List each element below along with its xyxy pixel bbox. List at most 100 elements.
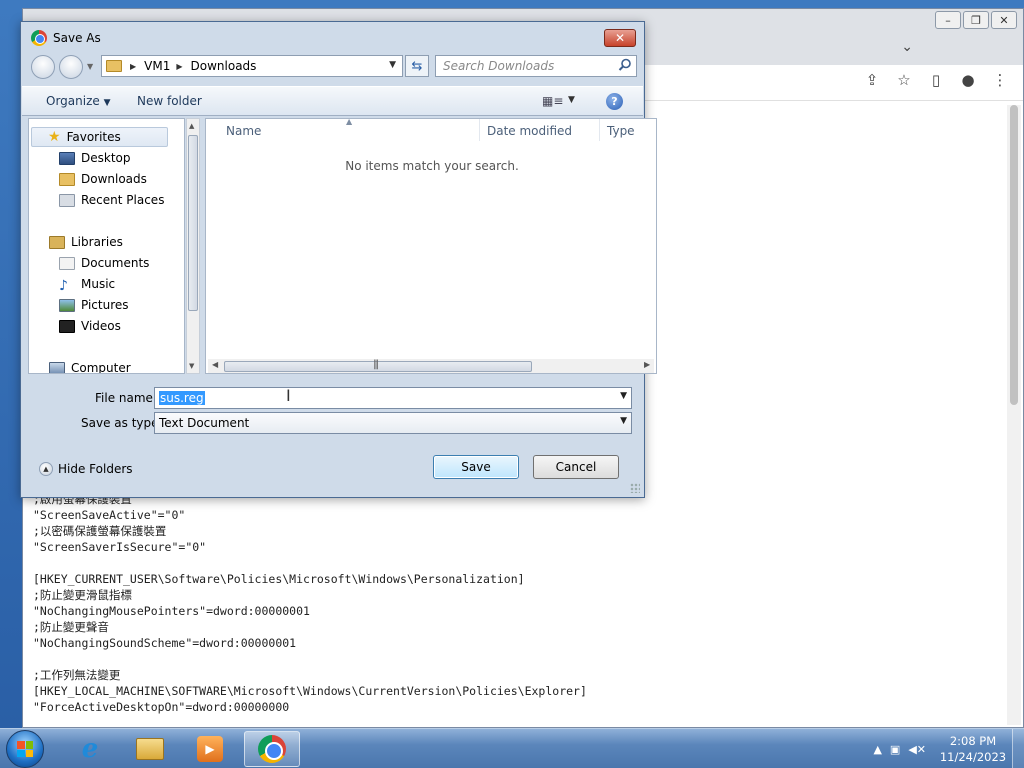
registry-file-text: ;啟用螢幕保護裝置 "ScreenSaveActive"="0" ;以密碼保護螢幕保… [33,491,587,715]
file-name-selected-text: sus.reg [159,391,205,405]
text-line: "NoChangingMousePointers"=dword:00000001 [33,604,310,618]
save-as-type-label: Save as type: [81,416,163,430]
breadcrumb-vm1[interactable]: VM1 ▶ [144,59,182,73]
pictures-icon [59,298,75,312]
file-name-input[interactable]: sus.reg ▼ [154,387,632,409]
forward-button[interactable] [59,55,83,79]
new-folder-button[interactable]: New folder [137,94,202,108]
music-note-icon: ♪ [59,277,68,294]
start-button[interactable] [6,730,44,768]
column-header-type[interactable]: Type [607,124,635,138]
column-headers: ▲ Name Date modified Type [206,117,656,141]
hide-folders-button[interactable]: ▲ Hide Folders [39,462,133,476]
page-scrollbar[interactable] [1007,105,1021,725]
scroll-left-arrow-icon[interactable]: ◀ [212,360,218,369]
file-name-label: File name: [95,391,157,405]
taskbar-internet-explorer[interactable]: e [62,731,118,767]
taskbar-chrome[interactable] [244,731,300,767]
nav-libraries[interactable]: Libraries [49,232,123,252]
taskbar-media-player[interactable]: ▶ [182,731,238,767]
column-divider[interactable] [479,119,480,141]
navigation-pane: ★ Favorites Desktop Downloads Recent Pla… [28,118,185,374]
view-options-chevron-icon[interactable]: ▼ [568,95,575,105]
nav-scroll-thumb[interactable] [188,135,198,311]
nav-favorites[interactable]: ★ Favorites [31,127,168,147]
help-icon[interactable]: ? [606,93,623,110]
search-input[interactable]: Search Downloads [435,55,637,77]
page-scroll-thumb[interactable] [1010,105,1018,405]
system-tray: ▲ ▣ ◀✕ 2:08 PM 11/24/2023 [873,729,1024,768]
address-bar[interactable]: ▶ VM1 ▶ Downloads ▼ [101,55,403,77]
show-desktop-button[interactable] [1012,729,1024,768]
scroll-down-arrow-icon[interactable]: ▼ [189,362,194,370]
text-line [33,651,587,667]
close-window-button[interactable]: ✕ [991,11,1017,29]
text-line: "ForceActiveDesktopOn"=dword:00000000 [33,700,290,714]
column-divider[interactable] [599,119,600,141]
text-line: [HKEY_CURRENT_USER\Software\Policies\Mic… [33,572,525,586]
profile-avatar-icon[interactable]: ● [959,71,977,89]
nav-recent-places[interactable]: Recent Places [59,190,164,210]
cancel-button[interactable]: Cancel [533,455,619,479]
breadcrumb-arrow-icon[interactable]: ▶ [130,62,136,71]
close-dialog-button[interactable]: ✕ [604,29,636,47]
breadcrumb-arrow-icon[interactable]: ▶ [176,62,182,71]
sort-ascending-icon: ▲ [346,117,353,126]
nav-videos[interactable]: Videos [59,316,121,336]
refresh-button[interactable]: ⇆ [405,55,429,77]
windows-logo-icon [17,741,33,757]
breadcrumb-downloads[interactable]: Downloads [191,59,257,73]
media-player-icon: ▶ [197,736,223,762]
save-button[interactable]: Save [433,455,519,479]
search-icon[interactable] [618,58,632,72]
file-name-history-chevron-icon[interactable]: ▼ [620,391,627,401]
clock-date: 11/24/2023 [939,750,1007,764]
text-line: ;工作列無法變更 [33,668,121,682]
navigation-row: ▼ ▶ VM1 ▶ Downloads ▼ ⇆ Search Downloads [29,54,637,80]
tab-search-chevron-icon[interactable]: ⌄ [901,39,913,55]
nav-music[interactable]: ♪ Music [59,274,115,294]
more-menu-icon[interactable]: ⋮ [991,71,1009,89]
file-list-horizontal-scrollbar[interactable]: ◀ ||| ▶ [208,359,654,373]
organize-menu-button[interactable]: Organize ▼ [46,94,111,108]
scroll-up-arrow-icon[interactable]: ▲ [189,122,194,130]
nav-documents[interactable]: Documents [59,253,149,273]
resize-grip-icon[interactable] [630,483,640,493]
change-view-icon[interactable]: ▦≡ [542,94,563,108]
side-panel-icon[interactable]: ▯ [927,71,945,89]
chrome-icon [258,735,286,763]
text-line: [HKEY_LOCAL_MACHINE\SOFTWARE\Microsoft\W… [33,684,587,698]
share-icon[interactable]: ⇪ [863,71,881,89]
column-header-date-modified[interactable]: Date modified [487,124,572,138]
show-hidden-icons-icon[interactable]: ▲ [873,743,881,756]
empty-results-message: No items match your search. [345,159,519,173]
nav-desktop[interactable]: Desktop [59,148,131,168]
taskbar-file-explorer[interactable] [122,731,178,767]
network-icon[interactable]: ▣ [890,743,900,756]
save-type-chevron-icon[interactable]: ▼ [620,416,627,426]
videos-icon [59,319,75,333]
recent-locations-chevron-icon[interactable]: ▼ [87,62,93,71]
folder-icon [106,60,122,72]
libraries-icon [49,235,65,249]
restore-button[interactable]: ❐ [963,11,989,29]
nav-computer[interactable]: Computer [49,358,131,373]
scroll-right-arrow-icon[interactable]: ▶ [644,360,650,369]
window-caption-buttons: – ❐ ✕ [935,11,1017,29]
downloads-folder-icon [59,172,75,186]
back-button[interactable] [31,55,55,79]
address-history-chevron-icon[interactable]: ▼ [389,60,396,70]
horizontal-scroll-thumb[interactable]: ||| [224,359,532,372]
bookmark-star-icon[interactable]: ☆ [895,71,913,89]
volume-muted-icon[interactable]: ◀✕ [908,743,926,756]
minimize-button[interactable]: – [935,11,961,29]
nav-pane-scrollbar[interactable]: ▲ ▼ [186,118,200,374]
clock[interactable]: 2:08 PM 11/24/2023 [934,733,1012,765]
desktop-icon [59,151,75,165]
save-as-type-select[interactable]: Text Document ▼ [154,412,632,434]
nav-downloads[interactable]: Downloads [59,169,147,189]
column-header-name[interactable]: Name [226,124,261,138]
nav-pictures[interactable]: Pictures [59,295,129,315]
text-line: "ScreenSaverIsSecure"="0" [33,540,207,554]
clock-time: 2:08 PM [949,734,997,748]
